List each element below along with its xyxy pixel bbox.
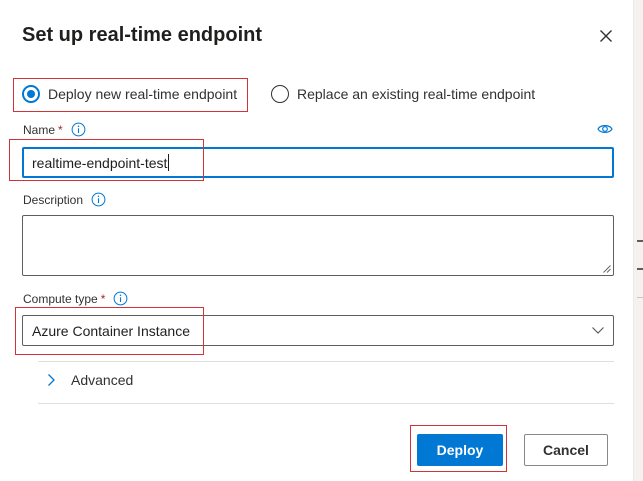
deploy-endpoint-dialog: Set up real-time endpoint Deploy new rea…	[0, 0, 634, 481]
dialog-title: Set up real-time endpoint	[22, 24, 263, 46]
background-fragment	[637, 268, 643, 270]
chevron-down-icon	[592, 327, 604, 334]
compute-type-selected: Azure Container Instance	[32, 322, 190, 339]
radio-checked-indicator	[22, 85, 40, 103]
divider	[38, 403, 614, 404]
resize-grip-icon[interactable]	[603, 265, 611, 273]
radio-unchecked-indicator	[271, 85, 289, 103]
name-label: Name *	[23, 122, 86, 137]
name-input[interactable]: realtime-endpoint-test	[22, 147, 614, 178]
close-button[interactable]	[596, 26, 616, 46]
name-label-text: Name	[23, 122, 56, 137]
deploy-button[interactable]: Deploy	[417, 434, 503, 466]
name-input-value: realtime-endpoint-test	[32, 154, 168, 171]
cancel-button[interactable]: Cancel	[524, 434, 608, 466]
compute-type-label-text: Compute type	[23, 291, 98, 306]
description-label: Description	[23, 192, 106, 207]
info-icon[interactable]	[113, 291, 128, 306]
description-label-text: Description	[23, 192, 84, 207]
advanced-label: Advanced	[71, 372, 134, 388]
info-icon[interactable]	[71, 122, 86, 137]
info-icon[interactable]	[91, 192, 106, 207]
divider	[38, 361, 614, 362]
background-fragment	[637, 240, 643, 242]
radio-label: Replace an existing real-time endpoint	[297, 86, 536, 102]
advanced-section-toggle[interactable]: Advanced	[46, 372, 133, 388]
radio-deploy-new-endpoint[interactable]: Deploy new real-time endpoint	[22, 85, 237, 103]
compute-type-dropdown[interactable]: Azure Container Instance	[22, 315, 614, 346]
background-fragment	[637, 297, 643, 298]
required-mark: *	[58, 122, 63, 137]
chevron-right-icon	[48, 374, 55, 386]
radio-replace-existing-endpoint[interactable]: Replace an existing real-time endpoint	[271, 85, 535, 103]
close-icon	[600, 30, 612, 42]
radio-label: Deploy new real-time endpoint	[48, 86, 238, 102]
description-textarea[interactable]	[22, 215, 614, 276]
eye-icon[interactable]	[597, 122, 613, 134]
required-mark: *	[100, 291, 106, 306]
compute-type-label: Compute type *	[23, 291, 128, 306]
text-cursor	[168, 154, 170, 171]
